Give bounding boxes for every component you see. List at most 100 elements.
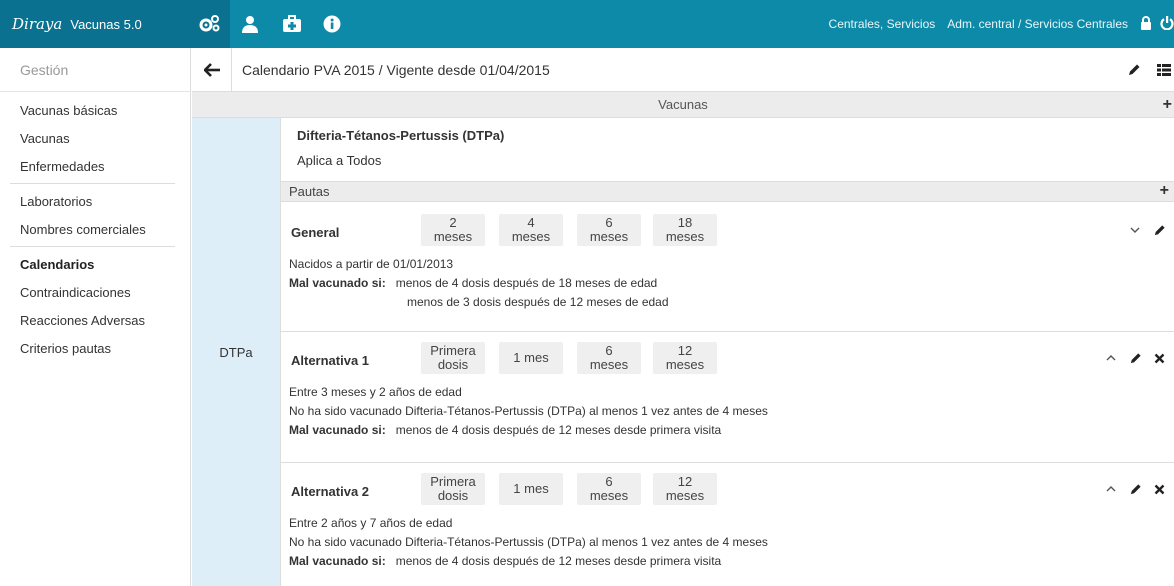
pauta-name: Alternativa 1 — [291, 353, 370, 368]
chevron-up-icon[interactable] — [1101, 479, 1121, 499]
diraya-logo: Diraya — [12, 15, 63, 33]
dose-value: 6 — [605, 343, 613, 358]
dose-chip: 4 meses — [499, 214, 563, 246]
medkit-icon[interactable] — [272, 0, 312, 48]
dose-unit: dosis — [437, 488, 469, 503]
header-tools — [1120, 48, 1174, 92]
page-title: Calendario PVA 2015 / Vigente desde 01/0… — [242, 61, 550, 78]
pencil-icon[interactable] — [1125, 479, 1145, 499]
user-icon[interactable] — [230, 0, 270, 48]
bad-vaccination-rule: menos de 4 dosis después de 12 meses des… — [395, 423, 722, 437]
dose-unit: meses — [589, 357, 629, 372]
sidebar-item-calendarios[interactable]: Calendarios — [0, 250, 190, 278]
sidebar-item-laboratorios[interactable]: Laboratorios — [0, 187, 190, 215]
vaccine-short-label[interactable]: DTPa — [192, 118, 280, 586]
pauta-name: Alternativa 2 — [291, 484, 370, 499]
bad-vaccination-row: Mal vacunado si: menos de 4 dosis despué… — [289, 554, 721, 568]
bad-vaccination-rule: menos de 4 dosis después de 12 meses des… — [395, 554, 722, 568]
dose-chip: 12 meses — [653, 473, 717, 505]
pencil-icon[interactable] — [1125, 348, 1145, 368]
bad-vaccination-label: Mal vacunado si: — [289, 554, 386, 568]
dose-value: Primera — [430, 343, 476, 358]
grid-icon[interactable] — [1154, 60, 1174, 80]
power-icon[interactable] — [1160, 15, 1174, 33]
session-info: Centrales, Servicios Adm. central / Serv… — [829, 0, 1174, 48]
dose-unit: meses — [665, 488, 705, 503]
dose-unit: meses — [665, 357, 705, 372]
dose-chip: Primera dosis — [421, 342, 485, 374]
main-panel: Calendario PVA 2015 / Vigente desde 01/0… — [192, 47, 1174, 586]
bad-vaccination-row: Mal vacunado si: menos de 4 dosis despué… — [289, 276, 657, 290]
pencil-icon[interactable] — [1124, 60, 1144, 80]
dose-unit: dosis — [437, 357, 469, 372]
sidebar-item-vacunas-basicas[interactable]: Vacunas básicas — [0, 96, 190, 124]
pencil-icon[interactable] — [1149, 220, 1169, 240]
dose-unit: meses — [589, 488, 629, 503]
dose-value: Primera — [430, 474, 476, 489]
lock-icon[interactable] — [1140, 15, 1152, 33]
chevron-up-icon[interactable] — [1101, 348, 1121, 368]
plus-icon[interactable]: + — [1163, 96, 1172, 114]
section-title: Vacunas — [658, 97, 708, 112]
sidebar-divider — [10, 183, 175, 184]
dose-chip: 6 meses — [577, 214, 641, 246]
pauta-condition: Nacidos a partir de 01/01/2013 — [289, 257, 454, 271]
sidebar-item-enfermedades[interactable]: Enfermedades — [0, 152, 190, 180]
vaccine-detail: Difteria-Tétanos-Pertussis (DTPa) Aplica… — [280, 118, 1174, 586]
close-icon[interactable] — [1149, 479, 1169, 499]
dose-unit: meses — [589, 229, 629, 244]
pauta-tools — [1097, 479, 1169, 499]
dose-chip: 1 mes — [499, 342, 563, 374]
dose-chip: 12 meses — [653, 342, 717, 374]
dose-value: 1 mes — [513, 350, 549, 365]
pauta-tools — [1097, 348, 1169, 368]
back-button[interactable] — [192, 47, 232, 92]
bad-vaccination-row: Mal vacunado si: menos de 4 dosis despué… — [289, 423, 721, 437]
dose-chip: 6 meses — [577, 342, 641, 374]
dose-value: 6 — [605, 474, 613, 489]
pautas-label: Pautas — [289, 184, 330, 199]
dose-chip: 1 mes — [499, 473, 563, 505]
info-icon[interactable] — [312, 0, 352, 48]
vacunas-section-bar: Vacunas + — [192, 92, 1174, 118]
dose-value: 1 mes — [513, 481, 549, 496]
sidebar-item-nombres-comerciales[interactable]: Nombres comerciales — [0, 215, 190, 243]
center-label[interactable]: Centrales, Servicios — [829, 17, 936, 31]
brand[interactable]: Diraya Vacunas 5.0 — [0, 0, 190, 48]
sidebar: Gestión Vacunas básicas Vacunas Enfermed… — [0, 48, 191, 586]
vaccine-name: Difteria-Tétanos-Pertussis (DTPa) — [297, 128, 505, 143]
sidebar-item-contraindicaciones[interactable]: Contraindicaciones — [0, 278, 190, 306]
pauta-tools — [1121, 220, 1169, 240]
dose-chip: Primera dosis — [421, 473, 485, 505]
dose-chip: 18 meses — [653, 214, 717, 246]
sidebar-item-reacciones-adversas[interactable]: Reacciones Adversas — [0, 306, 190, 334]
plus-icon[interactable]: + — [1160, 182, 1169, 200]
bad-vaccination-label: Mal vacunado si: — [289, 276, 386, 290]
dose-chip: 2 meses — [421, 214, 485, 246]
dose-chip: 6 meses — [577, 473, 641, 505]
pauta-general: General 2 meses 4 meses 6 meses 18 meses Nac… — [281, 202, 1174, 332]
pauta-alternativa-2: Alternativa 2 Primera dosis 1 mes 6 meses … — [281, 463, 1174, 586]
sidebar-item-criterios-pautas[interactable]: Criterios pautas — [0, 334, 190, 362]
dose-unit: meses — [665, 229, 705, 244]
top-bar: Diraya Vacunas 5.0 Centrales, Servicios … — [0, 0, 1174, 48]
pauta-name: General — [291, 225, 340, 240]
cogs-icon[interactable] — [190, 0, 230, 48]
arrow-left-icon — [203, 62, 220, 77]
pautas-bar: Pautas + — [281, 181, 1174, 202]
bad-vaccination-label: Mal vacunado si: — [289, 423, 386, 437]
pauta-condition: Entre 3 meses y 2 años de edad — [289, 385, 462, 399]
sidebar-item-vacunas[interactable]: Vacunas — [0, 124, 190, 152]
dose-value: 18 — [677, 215, 693, 230]
page-header: Calendario PVA 2015 / Vigente desde 01/0… — [192, 47, 1174, 92]
dose-value: 4 — [527, 215, 535, 230]
pauta-condition: No ha sido vacunado Difteria-Tétanos-Per… — [289, 404, 768, 418]
close-icon[interactable] — [1149, 348, 1169, 368]
vaccine-content: DTPa Difteria-Tétanos-Pertussis (DTPa) A… — [192, 118, 1174, 586]
dose-value: 6 — [605, 215, 613, 230]
role-label[interactable]: Adm. central / Servicios Centrales — [947, 17, 1128, 31]
chevron-down-icon[interactable] — [1125, 220, 1145, 240]
pauta-alternativa-1: Alternativa 1 Primera dosis 1 mes 6 meses … — [281, 332, 1174, 463]
vaccine-applies: Aplica a Todos — [297, 153, 382, 168]
bad-vaccination-rule: menos de 4 dosis después de 18 meses de … — [395, 276, 658, 290]
